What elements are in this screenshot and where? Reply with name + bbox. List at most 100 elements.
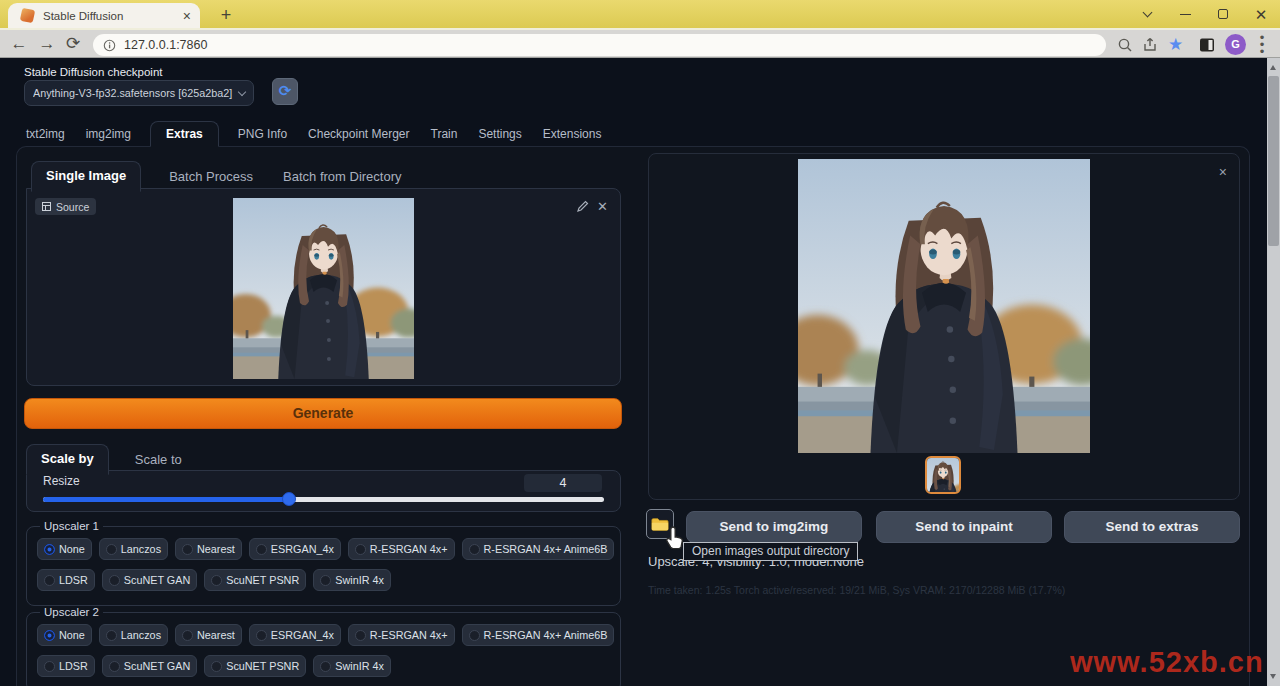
generate-button[interactable]: Generate [24,398,622,429]
tab-scale-to[interactable]: Scale to [133,446,184,475]
slider-handle[interactable] [282,492,296,506]
tab-txt2img[interactable]: txt2img [24,122,67,146]
scrollbar-thumb[interactable] [1268,76,1279,246]
resize-slider[interactable] [43,497,604,502]
radio-icon [109,661,120,672]
radio-esrgan4x[interactable]: ESRGAN_4x [249,538,341,560]
watermark: www.52xb.cn [1070,646,1264,679]
share-icon[interactable] [1142,36,1160,54]
chevron-down-icon [238,87,246,95]
bookmark-star-icon[interactable]: ★ [1168,36,1186,54]
tab-extras[interactable]: Extras [150,121,219,147]
tab-img2img[interactable]: img2img [84,122,133,146]
tab-single-image[interactable]: Single Image [31,161,141,192]
radio-esrgan4x[interactable]: ESRGAN_4x [249,624,341,646]
page-scrollbar[interactable] [1267,58,1280,686]
refresh-checkpoint-button[interactable]: ⟳ [272,78,298,105]
side-panel-icon[interactable] [1198,36,1216,54]
send-to-extras-button[interactable]: Send to extras [1064,511,1240,543]
clear-image-icon[interactable]: ✕ [597,200,608,213]
address-bar[interactable]: 127.0.0.1:7860 [93,34,1106,56]
radio-icon [320,661,331,672]
checkpoint-label: Stable Diffusion checkpoint [24,66,163,78]
radio-lanczos[interactable]: Lanczos [99,538,168,560]
resize-value-input[interactable]: 4 [524,474,602,492]
new-tab-button[interactable]: + [215,5,237,27]
radio-resrgan4x[interactable]: R-ESRGAN 4x+ [348,538,455,560]
tooltip: Open images output directory [683,542,858,561]
radio-icon [355,630,366,641]
radio-nearest[interactable]: Nearest [175,538,242,560]
site-info-icon[interactable] [103,39,116,52]
browser-toolbar: ← → ⟳ 127.0.0.1:7860 ★ G ••• [0,28,1280,58]
radio-icon [44,544,55,555]
upscaler1-legend: Upscaler 1 [40,520,103,532]
radio-icon [256,544,267,555]
minimize-button[interactable] [1166,0,1204,28]
result-thumbnail[interactable] [925,456,961,494]
radio-swinir4x[interactable]: SwinIR 4x [313,569,391,591]
source-image [233,198,414,379]
browser-menu-icon[interactable]: ••• [1258,34,1266,56]
extras-mode-tabs: Single Image Batch Process Batch from Di… [31,161,404,192]
url-text: 127.0.0.1:7860 [124,38,207,52]
radio-scunet-psnr[interactable]: ScuNET PSNR [204,569,306,591]
tab-train[interactable]: Train [429,122,460,146]
result-gallery: × [648,153,1240,500]
tab-close-icon[interactable]: × [183,9,191,23]
radio-none[interactable]: None [37,624,92,646]
scroll-up-icon[interactable] [1270,65,1276,70]
radio-icon [44,630,55,641]
profile-avatar[interactable]: G [1225,34,1246,55]
tab-settings[interactable]: Settings [476,122,523,146]
mouse-cursor [664,525,688,553]
radio-scunet-psnr[interactable]: ScuNET PSNR [204,655,306,677]
gallery-close-icon[interactable]: × [1219,164,1227,180]
resize-label: Resize [43,474,80,488]
radio-ldsr[interactable]: LDSR [37,655,95,677]
radio-nearest[interactable]: Nearest [175,624,242,646]
tab-batch-process[interactable]: Batch Process [167,163,255,192]
edit-image-icon[interactable] [576,200,589,213]
radio-scunet-gan[interactable]: ScuNET GAN [102,655,197,677]
window-close-button[interactable]: ✕ [1242,0,1280,28]
browser-tab[interactable]: Stable Diffusion × [8,3,200,28]
radio-icon [44,661,55,672]
radio-ldsr[interactable]: LDSR [37,569,95,591]
source-chip: Source [35,198,96,215]
reload-button[interactable]: ⟳ [62,33,84,55]
browser-tab-strip: Stable Diffusion × + ✕ [0,0,1280,28]
search-icon[interactable] [1116,36,1134,54]
radio-resrgan4x[interactable]: R-ESRGAN 4x+ [348,624,455,646]
tab-search-icon[interactable] [1128,0,1166,28]
stable-diffusion-webui: Stable Diffusion checkpoint Anything-V3-… [0,58,1267,686]
result-image[interactable] [798,159,1090,453]
tab-scale-by[interactable]: Scale by [26,444,109,475]
radio-icon [106,630,117,641]
refresh-icon: ⟳ [279,84,292,99]
radio-swinir4x[interactable]: SwinIR 4x [313,655,391,677]
tab-png-info[interactable]: PNG Info [236,122,289,146]
scroll-down-icon[interactable] [1270,674,1276,679]
forward-button[interactable]: → [36,33,58,55]
send-to-inpaint-button[interactable]: Send to inpaint [876,511,1052,543]
slider-fill [43,497,289,502]
radio-scunet-gan[interactable]: ScuNET GAN [102,569,197,591]
upscaler1-group: Upscaler 1 None Lanczos Nearest ESRGAN_4… [26,526,621,606]
checkpoint-dropdown[interactable]: Anything-V3-fp32.safetensors [625a2ba2] [24,80,254,106]
tab-batch-from-directory[interactable]: Batch from Directory [281,163,403,192]
source-image-dropzone[interactable]: Source ✕ [26,188,621,386]
radio-lanczos[interactable]: Lanczos [99,624,168,646]
radio-resrgan-anime6b[interactable]: R-ESRGAN 4x+ Anime6B [462,538,615,560]
radio-icon [109,575,120,586]
radio-none[interactable]: None [37,538,92,560]
radio-icon [469,544,480,555]
tab-checkpoint-merger[interactable]: Checkpoint Merger [306,122,411,146]
tab-extensions[interactable]: Extensions [541,122,604,146]
radio-resrgan-anime6b[interactable]: R-ESRGAN 4x+ Anime6B [462,624,615,646]
maximize-button[interactable] [1204,0,1242,28]
send-to-img2img-button[interactable]: Send to img2img [686,511,862,543]
radio-icon [469,630,480,641]
back-button[interactable]: ← [8,33,30,55]
resize-panel: Resize 4 [26,470,621,512]
